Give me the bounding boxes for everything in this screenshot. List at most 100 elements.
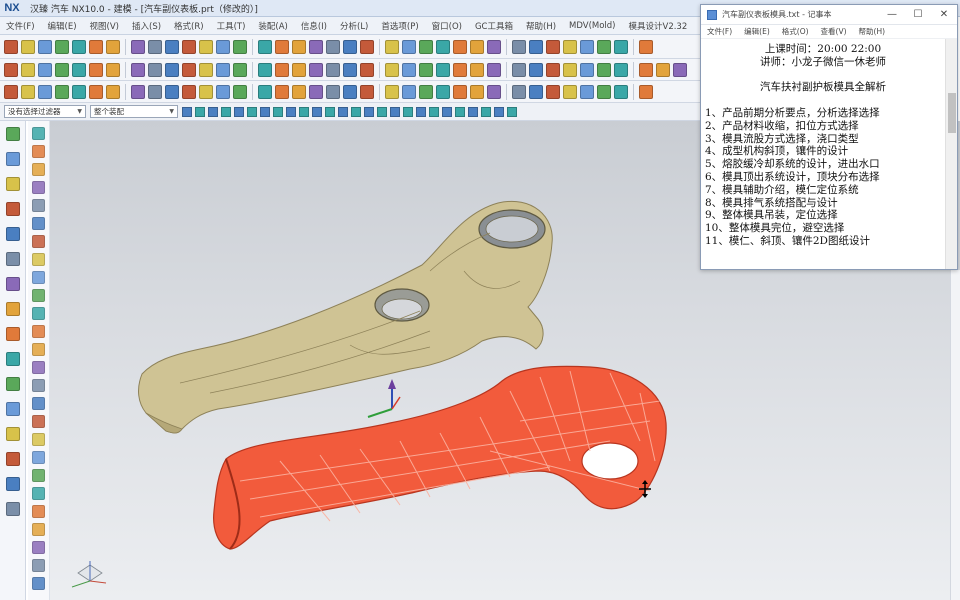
standard-tool-icon[interactable] [360,39,374,54]
surface-tool-icon[interactable] [292,84,306,99]
feature-tool-icon[interactable] [453,62,467,77]
vertical-tool-icon[interactable] [32,217,45,230]
surface-tool-icon[interactable] [402,84,416,99]
feature-tool-icon[interactable] [182,62,196,77]
standard-tool-icon[interactable] [546,39,560,54]
vertical-tool-icon[interactable] [32,541,45,554]
standard-tool-icon[interactable] [402,39,416,54]
standard-tool-icon[interactable] [326,39,340,54]
menu-item[interactable]: 工具(T) [217,20,246,32]
snap-filter-icon[interactable] [273,106,283,117]
menu-item[interactable]: 帮助(H) [526,20,556,32]
surface-tool-icon[interactable] [529,84,543,99]
scope-dropdown[interactable]: 整个装配 ▼ [90,105,178,118]
standard-tool-icon[interactable] [343,39,357,54]
feature-tool-icon[interactable] [360,62,374,77]
snap-filter-icon[interactable] [468,106,478,117]
surface-tool-icon[interactable] [360,84,374,99]
snap-filter-icon[interactable] [247,106,257,117]
standard-tool-icon[interactable] [597,39,611,54]
standard-tool-icon[interactable] [165,39,179,54]
surface-tool-icon[interactable] [72,84,86,99]
feature-tool-icon[interactable] [4,62,18,77]
surface-tool-icon[interactable] [165,84,179,99]
feature-tool-icon[interactable] [89,62,103,77]
vertical-tool-icon[interactable] [32,433,45,446]
resource-tab-icon[interactable] [6,227,20,241]
surface-tool-icon[interactable] [199,84,213,99]
feature-tool-icon[interactable] [402,62,416,77]
resource-tab-icon[interactable] [6,177,20,191]
surface-tool-icon[interactable] [21,84,35,99]
snap-filter-icon[interactable] [442,106,452,117]
menu-item[interactable]: 文件(F) [6,20,35,32]
surface-tool-icon[interactable] [258,84,272,99]
standard-tool-icon[interactable] [216,39,230,54]
standard-tool-icon[interactable] [148,39,162,54]
vertical-tool-icon[interactable] [32,397,45,410]
selection-filter-dropdown[interactable]: 没有选择过滤器 ▼ [4,105,86,118]
feature-tool-icon[interactable] [292,62,306,77]
snap-filter-icon[interactable] [494,106,504,117]
snap-filter-icon[interactable] [312,106,322,117]
vertical-tool-icon[interactable] [32,469,45,482]
surface-tool-icon[interactable] [343,84,357,99]
menu-item[interactable]: 分析(L) [340,20,368,32]
feature-tool-icon[interactable] [656,62,670,77]
feature-tool-icon[interactable] [131,62,145,77]
snap-filter-icon[interactable] [455,106,465,117]
vertical-tool-icon[interactable] [32,343,45,356]
menu-item[interactable]: 信息(I) [301,20,327,32]
feature-tool-icon[interactable] [580,62,594,77]
snap-filter-icon[interactable] [208,106,218,117]
feature-tool-icon[interactable] [106,62,120,77]
vertical-tool-icon[interactable] [32,325,45,338]
snap-filter-icon[interactable] [403,106,413,117]
menu-item[interactable]: 视图(V) [90,20,119,32]
snap-filter-icon[interactable] [325,106,335,117]
surface-tool-icon[interactable] [38,84,52,99]
feature-tool-icon[interactable] [529,62,543,77]
notepad-text-area[interactable]: 上课时间：20:00 22:00 讲师：小龙子微信一休老师 汽车扶衬副护板模具全解… [701,39,945,269]
feature-tool-icon[interactable] [148,62,162,77]
snap-filter-icon[interactable] [260,106,270,117]
feature-tool-icon[interactable] [21,62,35,77]
menu-item[interactable]: 编辑(E) [48,20,77,32]
vertical-tool-icon[interactable] [32,379,45,392]
feature-tool-icon[interactable] [673,62,687,77]
snap-filter-icon[interactable] [390,106,400,117]
vertical-tool-icon[interactable] [32,181,45,194]
vertical-tool-icon[interactable] [32,235,45,248]
notepad-menu-item[interactable]: 帮助(H) [859,26,886,37]
surface-tool-icon[interactable] [639,84,653,99]
feature-tool-icon[interactable] [38,62,52,77]
standard-tool-icon[interactable] [436,39,450,54]
feature-tool-icon[interactable] [487,62,501,77]
surface-tool-icon[interactable] [148,84,162,99]
standard-tool-icon[interactable] [55,39,69,54]
snap-filter-icon[interactable] [299,106,309,117]
standard-tool-icon[interactable] [182,39,196,54]
surface-tool-icon[interactable] [326,84,340,99]
surface-tool-icon[interactable] [546,84,560,99]
resource-tab-icon[interactable] [6,327,20,341]
standard-tool-icon[interactable] [487,39,501,54]
standard-tool-icon[interactable] [258,39,272,54]
wcs-triad[interactable] [367,379,401,418]
surface-tool-icon[interactable] [275,84,289,99]
vertical-tool-icon[interactable] [32,577,45,590]
feature-tool-icon[interactable] [216,62,230,77]
standard-tool-icon[interactable] [233,39,247,54]
snap-filter-icon[interactable] [481,106,491,117]
surface-tool-icon[interactable] [55,84,69,99]
surface-tool-icon[interactable] [182,84,196,99]
menu-item[interactable]: MDV(Mold) [569,21,615,31]
notepad-menu-item[interactable]: 查看(V) [821,26,847,37]
surface-tool-icon[interactable] [4,84,18,99]
surface-tool-icon[interactable] [597,84,611,99]
standard-tool-icon[interactable] [529,39,543,54]
notepad-scroll-thumb[interactable] [948,93,956,133]
notepad-menu-item[interactable]: 格式(O) [782,26,809,37]
vertical-tool-icon[interactable] [32,271,45,284]
snap-filter-icon[interactable] [429,106,439,117]
